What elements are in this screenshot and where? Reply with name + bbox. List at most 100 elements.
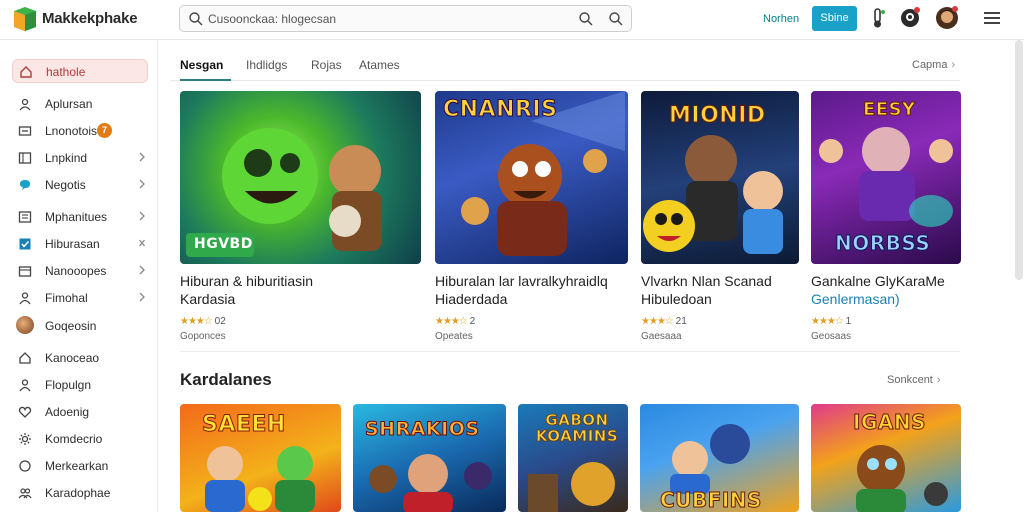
game-card[interactable]: GABON KOAMINS: [518, 404, 628, 512]
circle-icon: [19, 460, 31, 472]
sidebar-item-label: Lnpkind: [45, 151, 88, 165]
sidebar-item-8[interactable]: Fimohal: [12, 286, 148, 310]
see-more-link[interactable]: Capma ›: [912, 59, 955, 71]
sidebar-item-label: Fimohal: [45, 291, 88, 305]
home-icon: [20, 66, 32, 78]
people-icon: [18, 488, 32, 499]
stars-icon: ★★★☆: [641, 316, 674, 327]
sidebar-item-4[interactable]: Negotis: [12, 173, 148, 197]
sidebar-item-label: Flopulgn: [45, 378, 92, 392]
sidebar-item-10[interactable]: Kanoceao: [12, 346, 148, 370]
search-submit-icon[interactable]: [608, 11, 624, 27]
game-thumbnail[interactable]: HGVBD: [180, 91, 421, 264]
thermometer-icon[interactable]: [866, 6, 890, 30]
thumbnail-label: MIONID: [669, 103, 766, 129]
grid-icon: [18, 152, 32, 164]
sign-in-button[interactable]: Sbine: [812, 6, 857, 31]
tab-active-indicator: [180, 79, 231, 81]
sidebar-item-1[interactable]: Aplursan: [12, 92, 148, 116]
sidebar-item-14[interactable]: Merkearkan: [12, 454, 148, 478]
folder-icon: [18, 266, 32, 277]
top-link[interactable]: Norhen: [763, 13, 799, 25]
top-bar: Makkekphake Cusoonckaa: hlogecsan Norhen…: [0, 0, 1024, 40]
brand-name[interactable]: Makkekphake: [42, 10, 138, 27]
section-divider: [180, 351, 960, 352]
rating-count: 2: [469, 316, 476, 327]
heart-icon: [18, 406, 32, 418]
game-card[interactable]: HGVBD Hiburan & hiburitiasin Kardasia ★★…: [180, 91, 421, 342]
sidebar-item-label: Negotis: [45, 178, 86, 192]
game-card[interactable]: MIONID Vlvarkn Nlan Scanad Hibuledoan ★★…: [641, 91, 799, 342]
game-title[interactable]: Hiburan & hiburitiasin Kardasia: [180, 272, 400, 308]
game-title-line1: Hiburan & hiburitiasin: [180, 273, 314, 289]
game-title-line2: Kardasia: [180, 291, 236, 307]
sidebar-item-12[interactable]: Adoenig: [12, 400, 148, 424]
game-meta: Goponces: [180, 331, 226, 342]
chevron-right-icon[interactable]: [138, 292, 146, 302]
logo-icon[interactable]: [12, 7, 38, 31]
game-title[interactable]: Hiburalan lar lavralkyhraidlq Hiaderdada: [435, 272, 655, 308]
search-bar[interactable]: Cusoonckaa: hlogecsan: [179, 5, 632, 32]
sidebar-item-6[interactable]: Hiburasan: [12, 232, 148, 256]
game-thumbnail[interactable]: CNANRIS: [435, 91, 628, 264]
see-more-label: Capma: [912, 59, 948, 71]
stars-icon: ★★★☆: [435, 316, 468, 327]
sidebar-item-label: Karadophae: [45, 486, 111, 500]
sidebar-item-3[interactable]: Lnpkind: [12, 146, 148, 170]
stars-icon: ★★★☆: [811, 316, 844, 327]
game-title-line1: Gankalne GlyKaraMe: [811, 273, 945, 289]
game-thumbnail[interactable]: EESY NORBSS: [811, 91, 961, 264]
see-more-link[interactable]: Sonkcent ›: [887, 374, 941, 386]
game-card[interactable]: IGANS: [811, 404, 961, 512]
scrollbar[interactable]: [1015, 40, 1023, 280]
menu-icon[interactable]: [980, 6, 1004, 30]
rating: ★★★☆ 1: [811, 316, 851, 327]
list-icon: [18, 211, 32, 223]
notification-icon[interactable]: [898, 6, 922, 30]
sidebar-item-label: Komdecrio: [45, 432, 103, 446]
rating: ★★★☆ 02: [180, 316, 226, 327]
chevron-right-icon[interactable]: [138, 152, 146, 162]
tab-1[interactable]: Ihdlidgs: [246, 58, 287, 72]
chevron-right-icon[interactable]: [138, 179, 146, 189]
thumbnail-label: CUBFINS: [660, 488, 762, 512]
sidebar-item-label: hathole: [46, 65, 86, 79]
sidebar-item-7[interactable]: Nanooopes: [12, 259, 148, 283]
search-input[interactable]: Cusoonckaa: hlogecsan: [208, 12, 336, 26]
game-card[interactable]: SAEEH: [180, 404, 341, 512]
avatar[interactable]: [935, 6, 959, 30]
game-card[interactable]: CUBFINS: [640, 404, 799, 512]
sidebar-item-9[interactable]: Goqeosin: [12, 314, 148, 338]
sidebar-item-label: Kanoceao: [45, 351, 100, 365]
sidebar-item-13[interactable]: Komdecrio: [12, 427, 148, 451]
game-meta: Gaesaaa: [641, 331, 682, 342]
game-title-line1: Hiburalan lar lavralkyhraidlq: [435, 273, 608, 289]
chevron-right-icon[interactable]: [138, 265, 146, 275]
thumbnail-top-label: EESY: [863, 99, 916, 121]
chevron-right-icon[interactable]: [138, 211, 146, 221]
close-icon[interactable]: [138, 238, 146, 248]
search-icon[interactable]: [578, 11, 594, 27]
tab-3[interactable]: Atames: [359, 58, 400, 72]
game-title-line2: Genlermasan): [811, 291, 900, 307]
tab-bar: Nesgan Ihdlidgs Rojas Atames: [170, 50, 960, 81]
sidebar-item-15[interactable]: Karadophae: [12, 481, 148, 505]
game-thumbnail[interactable]: MIONID: [641, 91, 799, 264]
sidebar-item-11[interactable]: Flopulgn: [12, 373, 148, 397]
tab-2[interactable]: Rojas: [311, 58, 342, 72]
thumbnail-label: HGVBD: [194, 236, 253, 252]
game-card[interactable]: SHRAKIOS: [353, 404, 506, 512]
sidebar-item-5[interactable]: Mphanitues: [12, 205, 148, 229]
tab-0[interactable]: Nesgan: [180, 58, 223, 72]
game-card[interactable]: EESY NORBSS Gankalne GlyKaraMe Genlermas…: [811, 91, 961, 342]
notification-badge: 7: [97, 123, 112, 138]
sidebar-item-label: Mphanitues: [45, 210, 108, 224]
chevron-right-icon: ›: [951, 59, 956, 71]
thumbnail-label: GABON KOAMINS: [535, 411, 619, 445]
game-title[interactable]: Gankalne GlyKaraMe Genlermasan): [811, 272, 1024, 308]
sidebar-item-2[interactable]: Lnonotois 7: [12, 119, 148, 143]
settings-icon: [19, 433, 31, 445]
sidebar-item-home[interactable]: hathole: [12, 59, 148, 83]
game-card[interactable]: CNANRIS Hiburalan lar lavralkyhraidlq Hi…: [435, 91, 628, 342]
checkbox-icon: [19, 238, 31, 250]
